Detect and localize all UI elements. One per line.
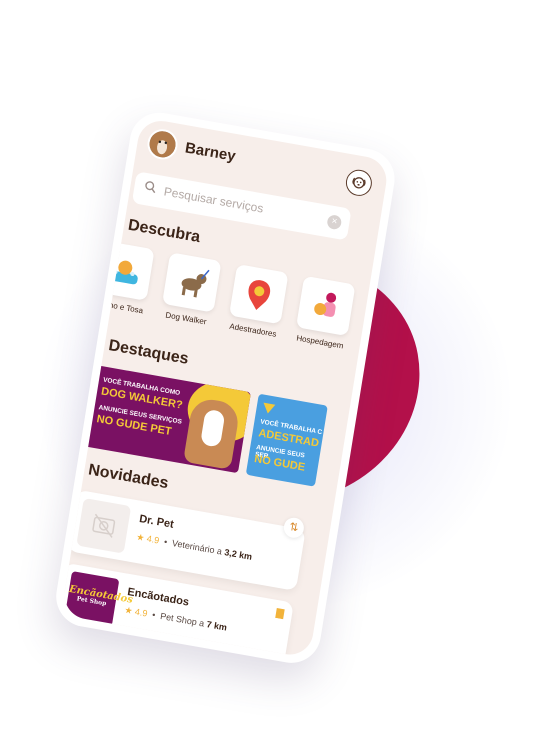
category-label: Hospedagem [295, 333, 345, 351]
section-title-discover: Descubra [126, 216, 202, 247]
trainer-icon [248, 280, 271, 310]
sort-icon[interactable]: ⇅ [282, 516, 306, 540]
listing-meta: ★ 4.9 • Pet Shop a 7 km [123, 604, 228, 633]
category-label: Dog Walker [164, 310, 208, 327]
category-dog-walker[interactable]: Dog Walker [160, 252, 222, 327]
listing-category: Pet Shop a [159, 611, 205, 629]
category-adestradores[interactable]: Adestradores [227, 264, 289, 339]
listing-distance: 7 km [205, 619, 228, 633]
rating-value: 4.9 [134, 606, 149, 619]
listing-category: Veterinário a [171, 537, 223, 557]
dog-profile-icon[interactable] [344, 167, 374, 198]
brand-logo-icon [261, 402, 276, 415]
star-icon: ★ [123, 604, 134, 616]
promo-banner-trainer[interactable]: VOCÊ TRABALHA C ADESTRAD ANUNCIE SEUS SE… [245, 393, 328, 487]
listing-title: Encãotados [126, 585, 190, 609]
search-icon [143, 180, 157, 197]
listing-meta: ★ 4.9 • Veterinário a 3,2 km [135, 531, 253, 562]
category-label: Adestradores [228, 321, 278, 339]
placeholder-image-icon [76, 497, 132, 554]
rating-value: 4.9 [146, 533, 160, 546]
promo-banner-dog-walker[interactable]: VOCÊ TRABALHA COMO DOG WALKER? ANUNCIE S… [82, 364, 251, 474]
clear-search-icon[interactable]: × [326, 214, 343, 231]
search-input[interactable]: Pesquisar serviços [163, 184, 264, 215]
pet-hotel-icon [314, 292, 337, 317]
star-icon: ★ [135, 531, 146, 543]
avatar[interactable] [145, 126, 180, 162]
listing-distance: 3,2 km [223, 547, 253, 562]
bookmark-icon[interactable] [275, 607, 285, 620]
username: Barney [183, 139, 237, 165]
store-logo: Encãotados Pet Shop [64, 571, 134, 627]
dog-walker-icon [181, 269, 210, 298]
section-title-highlights: Destaques [107, 337, 190, 368]
listing-title: Dr. Pet [138, 512, 175, 531]
section-title-news: Novidades [87, 461, 170, 493]
category-hospedagem[interactable]: Hospedagem [294, 275, 356, 351]
bath-dog-icon [109, 260, 138, 285]
